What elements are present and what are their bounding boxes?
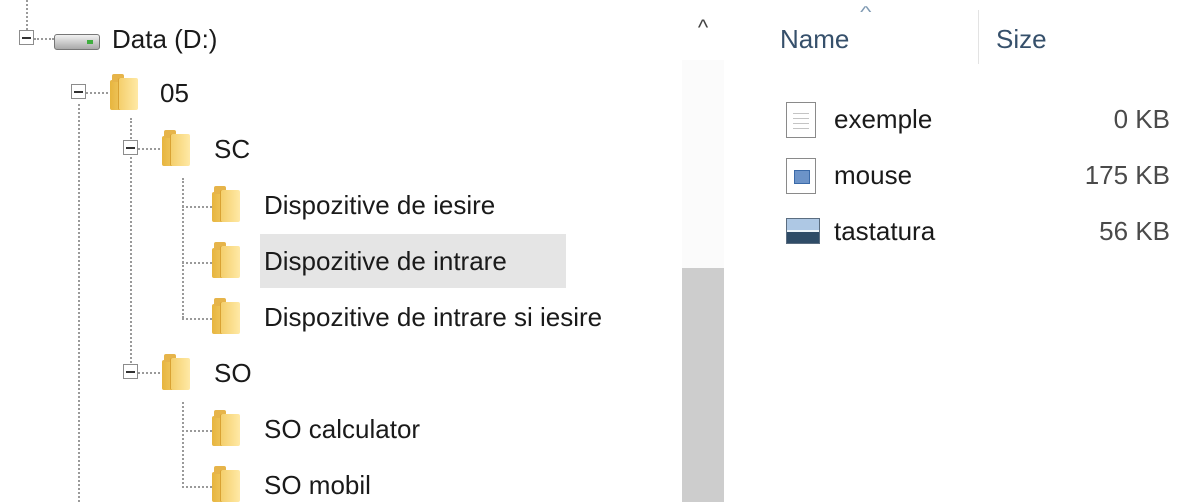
- folder-icon: [162, 130, 192, 166]
- tree-item-dispozitive-de-intrare[interactable]: Dispozitive de intrare: [264, 244, 507, 278]
- file-row[interactable]: mouse 175 KB: [780, 156, 1180, 196]
- file-size: 56 KB: [1099, 216, 1170, 246]
- folder-icon: [212, 186, 242, 222]
- scroll-up-arrow[interactable]: ^: [682, 10, 724, 46]
- scroll-thumb[interactable]: [682, 268, 724, 502]
- file-row[interactable]: exemple 0 KB: [780, 100, 1180, 140]
- tree-guide-line: [182, 486, 212, 488]
- column-header-size[interactable]: Size: [996, 24, 1047, 55]
- folder-icon: [212, 298, 242, 334]
- tree-item-so-label[interactable]: SO: [214, 356, 252, 390]
- folder-icon: [212, 242, 242, 278]
- collapse-drive-toggle[interactable]: [19, 30, 34, 45]
- file-list: ^ Name Size exemple 0 KB mouse 175 KB ta…: [724, 0, 1180, 502]
- tree-guide-line: [138, 148, 160, 150]
- file-name: mouse: [834, 160, 913, 190]
- tree-guide-line: [182, 206, 212, 208]
- tree-item-sc-label[interactable]: SC: [214, 132, 250, 166]
- tree-item-dispozitive-de-intrare-si-iesire[interactable]: Dispozitive de intrare si iesire: [264, 300, 602, 334]
- file-name: tastatura: [834, 216, 936, 246]
- folder-tree: Data (D:) 05 SC Dispozitive de iesire Di…: [0, 0, 682, 502]
- sort-indicator-icon: ^: [860, 4, 872, 21]
- tree-guide-line: [182, 178, 184, 318]
- tree-item-05-label[interactable]: 05: [160, 76, 189, 110]
- tree-guide-line: [182, 262, 212, 264]
- tree-guide-line: [182, 318, 212, 320]
- tree-item-drive-label[interactable]: Data (D:): [112, 22, 217, 56]
- collapse-sc-toggle[interactable]: [123, 140, 138, 155]
- folder-icon: [212, 466, 242, 502]
- tree-guide-line: [182, 430, 212, 432]
- collapse-so-toggle[interactable]: [123, 364, 138, 379]
- column-header-name[interactable]: Name: [780, 24, 849, 55]
- file-size: 0 KB: [1113, 104, 1170, 134]
- tree-guide-line: [182, 402, 184, 488]
- column-divider[interactable]: [978, 10, 979, 64]
- text-document-icon: [786, 102, 816, 138]
- tree-guide-line: [130, 118, 132, 370]
- drive-icon: [54, 28, 100, 52]
- tree-item-dispozitive-de-iesire[interactable]: Dispozitive de iesire: [264, 188, 495, 222]
- tree-item-so-calculator[interactable]: SO calculator: [264, 412, 420, 446]
- folder-icon: [110, 74, 140, 110]
- tree-item-so-mobil[interactable]: SO mobil: [264, 468, 371, 502]
- tree-guide-line: [86, 92, 108, 94]
- tree-guide-line: [34, 38, 54, 40]
- tree-guide-line: [78, 104, 80, 502]
- folder-icon: [212, 410, 242, 446]
- file-name: exemple: [834, 104, 933, 134]
- collapse-05-toggle[interactable]: [71, 84, 86, 99]
- tree-guide-line: [138, 372, 160, 374]
- scroll-track[interactable]: [682, 60, 724, 268]
- application-icon: [786, 158, 816, 194]
- image-file-icon: [786, 218, 820, 244]
- tree-guide-line: [26, 0, 28, 30]
- file-size: 175 KB: [1084, 160, 1170, 190]
- folder-icon: [162, 354, 192, 390]
- file-row[interactable]: tastatura 56 KB: [780, 212, 1180, 252]
- tree-scrollbar[interactable]: ^: [682, 0, 724, 502]
